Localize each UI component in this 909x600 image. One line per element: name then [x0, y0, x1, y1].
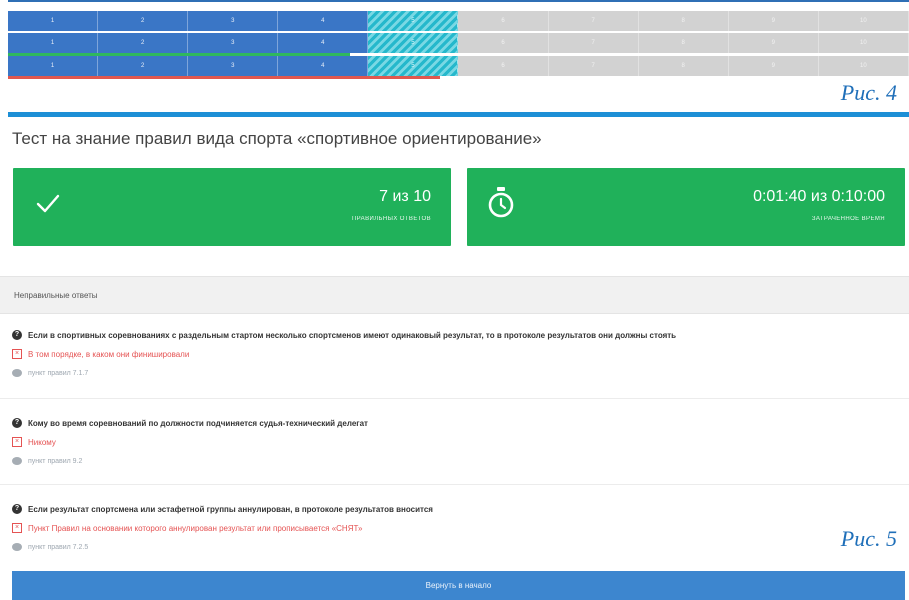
progress-segment-todo[interactable]: 6 — [458, 33, 549, 53]
progress-bar: 1 2 3 4 5 6 7 8 9 10 — [8, 33, 909, 53]
progress-segment-todo[interactable]: 6 — [458, 56, 549, 76]
progress-segment-todo[interactable]: 8 — [638, 11, 729, 31]
item-divider — [0, 398, 909, 399]
question-text: Если в спортивных соревнованиях с раздел… — [28, 330, 677, 340]
wrong-answers-header: Неправильные ответы — [0, 276, 909, 314]
progress-segment-todo[interactable]: 10 — [818, 56, 909, 76]
progress-segment-todo[interactable]: 7 — [548, 33, 639, 53]
time-label: ЗАТРАЧЕННОЕ ВРЕМЯ — [811, 216, 885, 222]
progress-segment-done[interactable]: 4 — [278, 33, 369, 53]
progress-segment-current[interactable]: 5 — [368, 56, 459, 76]
progress-segment-todo[interactable]: 10 — [818, 33, 909, 53]
figure-5-caption: Рис. 5 — [840, 526, 897, 551]
wrong-mark-icon: × — [12, 523, 22, 533]
progress-segment-todo[interactable]: 9 — [728, 11, 819, 31]
rule-reference: пункт правил 7.2.5 — [28, 543, 89, 551]
section-rule — [8, 112, 909, 117]
progress-underline — [8, 76, 440, 79]
question-text: Если результат спортсмена или эстафетной… — [28, 504, 433, 514]
progress-bar: 1 2 3 4 5 6 7 8 9 10 — [8, 11, 909, 31]
progress-segment-todo[interactable]: 7 — [548, 11, 639, 31]
back-to-start-button[interactable]: Вернуть в начало — [12, 571, 905, 600]
given-answer: Пункт Правил на основании которого аннул… — [28, 523, 363, 533]
test-title: Тест на знание правил вида спорта «спорт… — [12, 129, 542, 148]
score-value: 7 из 10 — [379, 188, 431, 205]
progress-segment-todo[interactable]: 7 — [548, 56, 639, 76]
progress-bar: 1 2 3 4 5 6 7 8 9 10 — [8, 56, 909, 76]
progress-segment-done[interactable]: 3 — [188, 11, 279, 31]
progress-segment-current[interactable]: 5 — [368, 33, 459, 53]
progress-segment-done[interactable]: 1 — [8, 11, 99, 31]
rule-reference: пункт правил 9.2 — [28, 457, 83, 465]
progress-segment-done[interactable]: 3 — [188, 33, 279, 53]
progress-segment-todo[interactable]: 8 — [638, 33, 729, 53]
comment-icon — [12, 369, 22, 377]
item-divider — [0, 484, 909, 485]
time-card: 0:01:40 из 0:10:00 ЗАТРАЧЕННОЕ ВРЕМЯ — [467, 168, 905, 246]
progress-segment-done[interactable]: 2 — [98, 56, 189, 76]
stopwatch-icon — [487, 186, 515, 225]
given-answer: Никому — [28, 437, 56, 447]
top-rule — [8, 0, 909, 2]
progress-segment-done[interactable]: 1 — [8, 56, 99, 76]
wrong-mark-icon: × — [12, 349, 22, 359]
progress-segment-done[interactable]: 4 — [278, 56, 369, 76]
progress-segment-done[interactable]: 2 — [98, 33, 189, 53]
wrong-answers-title: Неправильные ответы — [14, 291, 98, 300]
question-icon: ? — [12, 330, 22, 340]
progress-segment-done[interactable]: 3 — [188, 56, 279, 76]
progress-segment-done[interactable]: 1 — [8, 33, 99, 53]
progress-segment-current[interactable]: 5 — [368, 11, 459, 31]
figure-4-progress-strip: 1 2 3 4 5 6 7 8 9 10 1 2 3 4 5 6 7 8 9 10 1 2 3 4 5 6 7 8 9 10 Рис. 4 — [0, 0, 909, 108]
figure-4-caption: Рис. 4 — [840, 80, 897, 105]
progress-segment-done[interactable]: 4 — [278, 11, 369, 31]
time-value: 0:01:40 из 0:10:00 — [753, 188, 885, 205]
progress-segment-todo[interactable]: 9 — [728, 56, 819, 76]
progress-segment-todo[interactable]: 10 — [818, 11, 909, 31]
progress-segment-todo[interactable]: 8 — [638, 56, 729, 76]
question-icon: ? — [12, 504, 22, 514]
score-card: 7 из 10 ПРАВИЛЬНЫХ ОТВЕТОВ — [13, 168, 451, 246]
given-answer: В том порядке, в каком они финишировали — [28, 349, 190, 359]
question-icon: ? — [12, 418, 22, 428]
progress-segment-todo[interactable]: 9 — [728, 33, 819, 53]
score-label: ПРАВИЛЬНЫХ ОТВЕТОВ — [351, 216, 431, 222]
checkmark-icon — [35, 190, 61, 221]
comment-icon — [12, 457, 22, 465]
rule-reference: пункт правил 7.1.7 — [28, 369, 89, 377]
wrong-mark-icon: × — [12, 437, 22, 447]
comment-icon — [12, 543, 22, 551]
progress-segment-done[interactable]: 2 — [98, 11, 189, 31]
progress-segment-todo[interactable]: 6 — [458, 11, 549, 31]
question-text: Кому во время соревнований по должности … — [28, 418, 368, 428]
